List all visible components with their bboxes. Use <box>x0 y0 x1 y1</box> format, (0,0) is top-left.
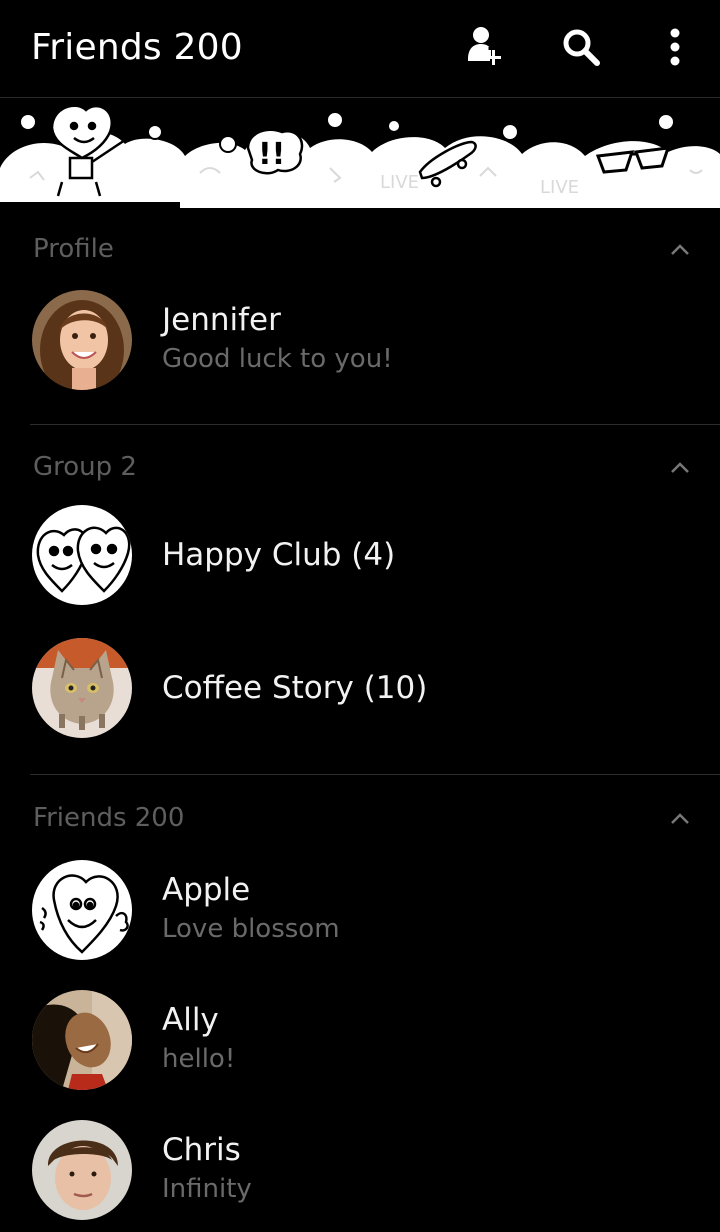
friend-status: Love blossom <box>162 914 340 944</box>
friend-status: Good luck to you! <box>162 344 393 374</box>
list-item[interactable]: Coffee Story (10) <box>0 628 720 748</box>
group-name: Happy Club (4) <box>162 537 396 573</box>
list-item[interactable]: Jennifer Good luck to you! <box>0 280 720 400</box>
avatar <box>32 860 132 960</box>
more-options-button[interactable] <box>650 22 700 72</box>
list-item[interactable]: Ally hello! <box>0 980 720 1100</box>
section-header-friends: Friends 200 <box>0 787 720 847</box>
section-title: Group 2 <box>33 452 137 482</box>
avatar <box>32 1120 132 1220</box>
chevron-up-icon[interactable] <box>668 807 692 831</box>
chevron-up-icon[interactable] <box>668 456 692 480</box>
section-header-profile: Profile <box>0 218 720 278</box>
friend-status: hello! <box>162 1044 236 1074</box>
more-vertical-icon <box>670 28 680 66</box>
svg-text:!!: !! <box>258 137 285 172</box>
search-icon <box>563 29 600 66</box>
add-person-icon <box>468 27 501 65</box>
theme-banner: LIVE LIVE !! <box>0 98 720 208</box>
group-name: Coffee Story (10) <box>162 670 428 706</box>
section-title: Profile <box>33 234 114 264</box>
friend-name: Apple <box>162 872 251 908</box>
avatar <box>32 505 132 605</box>
divider <box>30 774 720 775</box>
svg-text:LIVE: LIVE <box>380 172 419 193</box>
friend-status: Infinity <box>162 1174 252 1204</box>
page-title: Friends 200 <box>31 27 243 68</box>
section-header-group: Group 2 <box>0 436 720 496</box>
avatar <box>32 290 132 390</box>
friend-name: Ally <box>162 1002 219 1038</box>
chevron-up-icon[interactable] <box>668 238 692 262</box>
svg-text:LIVE: LIVE <box>540 177 579 198</box>
divider <box>30 424 720 425</box>
friend-name: Chris <box>162 1132 241 1168</box>
avatar <box>32 638 132 738</box>
section-title: Friends 200 <box>33 803 185 833</box>
list-item[interactable]: Apple Love blossom <box>0 850 720 970</box>
friend-name: Jennifer <box>162 302 281 338</box>
app-bar: Friends 200 <box>0 0 720 98</box>
add-friend-button[interactable] <box>459 22 509 72</box>
search-button[interactable] <box>556 22 606 72</box>
avatar <box>32 990 132 1090</box>
list-item[interactable]: Chris Infinity <box>0 1110 720 1230</box>
list-item[interactable]: Happy Club (4) <box>0 495 720 615</box>
